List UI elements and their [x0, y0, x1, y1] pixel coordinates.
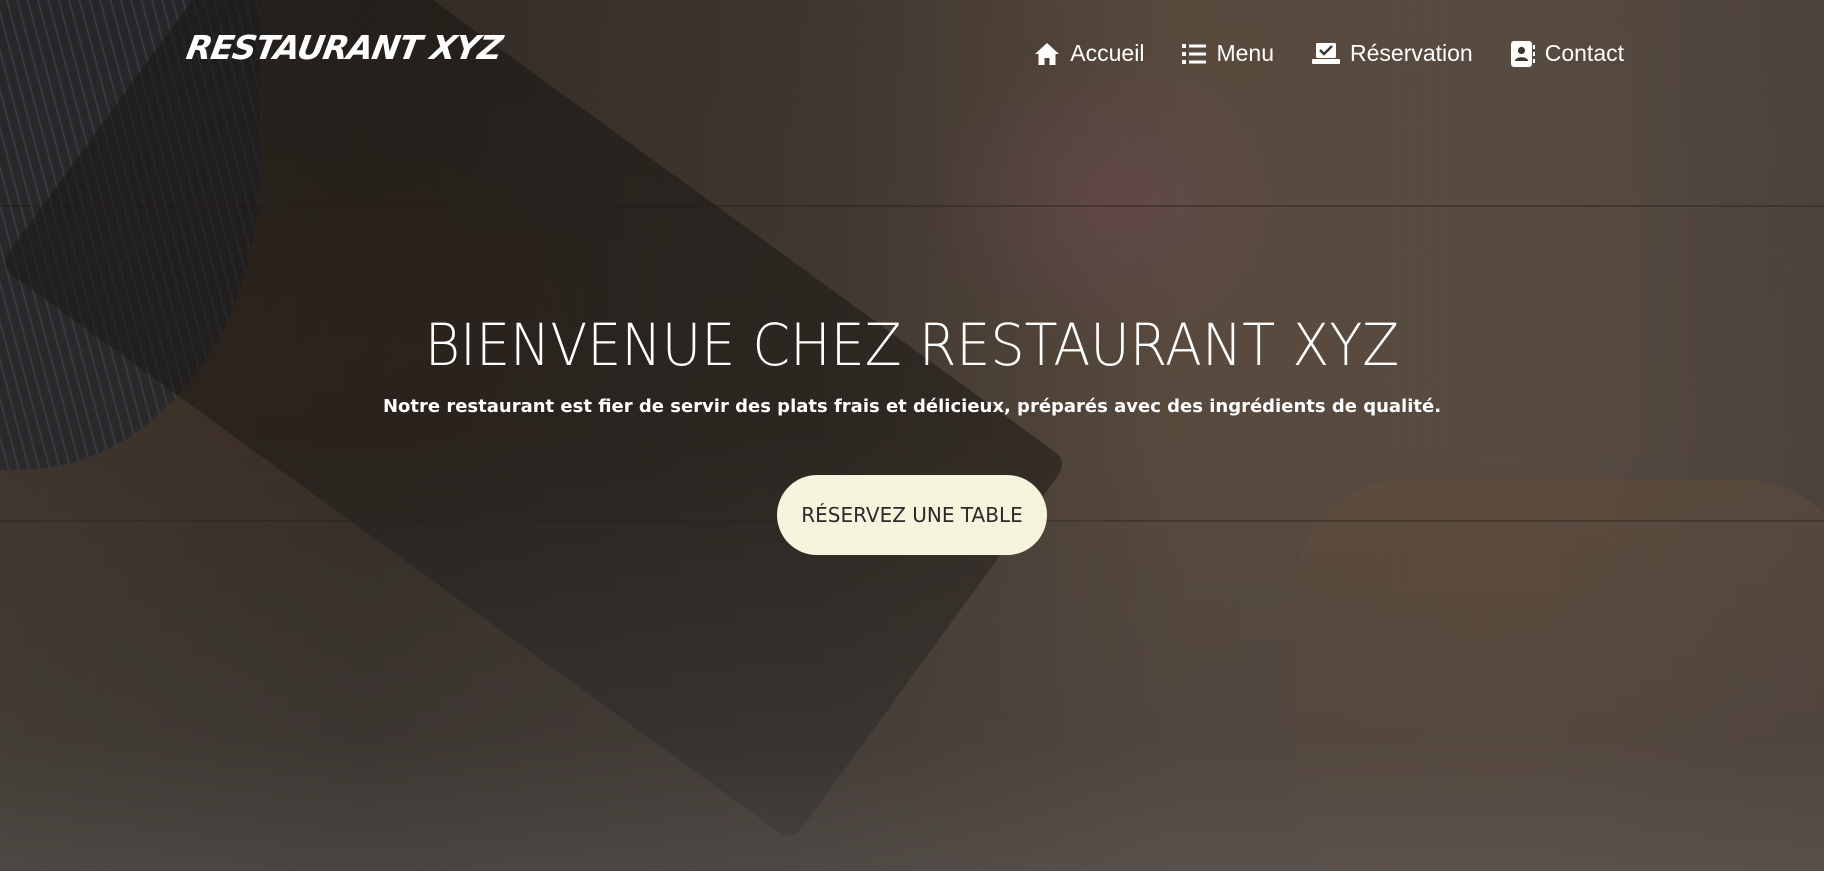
- contact-card-icon: [1510, 40, 1535, 67]
- list-icon: [1182, 43, 1207, 65]
- hero-content: BIENVENUE CHEZ RESTAURANT XYZ Notre rest…: [0, 310, 1824, 555]
- main-navigation: Accueil Menu Réservation Contact: [1034, 40, 1624, 67]
- nav-item-label: Réservation: [1350, 40, 1473, 66]
- hero-subtitle: Notre restaurant est fier de servir des …: [382, 396, 1442, 417]
- reserve-table-button[interactable]: RÉSERVEZ UNE TABLE: [777, 475, 1047, 555]
- hero-section: RESTAURANT XYZ Accueil Menu Réservation …: [0, 0, 1824, 871]
- reservation-icon: [1312, 42, 1340, 65]
- site-logo[interactable]: RESTAURANT XYZ: [184, 28, 505, 67]
- nav-item-reservation[interactable]: Réservation: [1312, 40, 1473, 67]
- nav-item-menu[interactable]: Menu: [1182, 40, 1274, 67]
- home-icon: [1034, 42, 1060, 66]
- nav-item-label: Accueil: [1070, 40, 1145, 66]
- nav-item-label: Contact: [1544, 40, 1624, 66]
- nav-item-accueil[interactable]: Accueil: [1034, 40, 1144, 67]
- hero-title: BIENVENUE CHEZ RESTAURANT XYZ: [424, 311, 1400, 379]
- nav-item-contact[interactable]: Contact: [1510, 40, 1624, 67]
- nav-item-label: Menu: [1216, 40, 1274, 66]
